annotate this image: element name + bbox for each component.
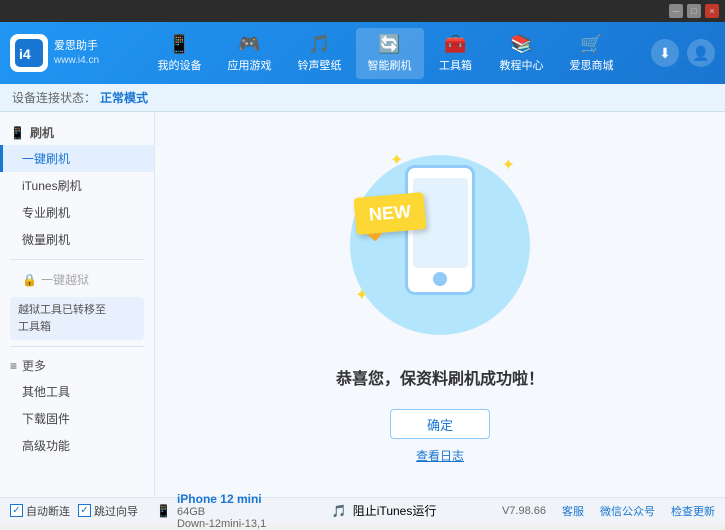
- status-value: 正常模式: [100, 89, 148, 106]
- logo-text: 爱思助手 www.i4.cn: [54, 39, 99, 66]
- flash-section-label: 刷机: [30, 124, 54, 141]
- device-name: iPhone 12 mini: [177, 492, 266, 506]
- flash-section-header: 📱 刷机: [0, 120, 154, 145]
- maximize-button[interactable]: □: [687, 4, 701, 18]
- check-update-link[interactable]: 检查更新: [671, 503, 715, 519]
- content-area: NEW ✦ ✦ ✦ 恭喜您，保资料刷机成功啦！ 确定 查看日志: [155, 112, 725, 497]
- device-info: 📱 iPhone 12 mini 64GB Down-12mini-13,1: [156, 492, 266, 530]
- auto-close-check: ✓: [10, 504, 23, 517]
- title-bar: － □ ×: [0, 0, 725, 22]
- nav-smart-flash[interactable]: 🔄 智能刷机: [356, 28, 424, 79]
- skip-wizard-checkbox[interactable]: ✓ 跳过向导: [78, 503, 138, 519]
- sparkle-icon-2: ✦: [502, 155, 515, 175]
- ringtones-icon: 🎵: [308, 34, 330, 55]
- itunes-icon: 🎵: [332, 504, 347, 518]
- more-icon: ≡: [10, 359, 17, 373]
- phone-home-btn: [433, 272, 447, 286]
- sidebar-item-advanced[interactable]: 高级功能: [0, 432, 154, 459]
- sidebar-item-download-fw[interactable]: 下载固件: [0, 405, 154, 432]
- sidebar-divider-1: [10, 259, 144, 260]
- auto-close-checkbox[interactable]: ✓ 自动断连: [10, 503, 70, 519]
- customer-service-link[interactable]: 客服: [562, 503, 584, 519]
- store-icon: 🛒: [580, 34, 602, 55]
- content-title: 恭喜您，保资料刷机成功啦！: [336, 365, 544, 389]
- status-bar: 设备连接状态： 正常模式: [0, 84, 725, 112]
- more-section-label: 更多: [22, 357, 46, 374]
- sidebar-item-one-click-flash[interactable]: 一键刷机: [0, 145, 154, 172]
- sidebar-item-micro-flash[interactable]: 微量刷机: [0, 226, 154, 253]
- new-badge: NEW: [354, 192, 427, 235]
- phone-device: [405, 165, 475, 295]
- nav-ringtones[interactable]: 🎵 铃声壁纸: [286, 28, 354, 79]
- jailbreak-section-header: 🔒 一键越狱: [0, 266, 154, 293]
- device-model: Down-12mini-13,1: [177, 518, 266, 530]
- flash-section-icon: 📱: [10, 126, 25, 140]
- bottom-itunes-section: 🎵 阻止iTunes运行: [332, 502, 437, 519]
- nav-app-games[interactable]: 🎮 应用游戏: [216, 28, 284, 79]
- nav-items: 📱 我的设备 🎮 应用游戏 🎵 铃声壁纸 🔄 智能刷机 🧰 工具箱 📚 教程中心…: [120, 28, 651, 79]
- status-label: 设备连接状态：: [12, 89, 96, 106]
- jailbreak-note: 越狱工具已转移至工具箱: [10, 297, 144, 340]
- sidebar-item-other-tools[interactable]: 其他工具: [0, 378, 154, 405]
- sidebar: 📱 刷机 一键刷机 iTunes刷机 专业刷机 微量刷机 🔒 一键越狱 越狱工具…: [0, 112, 155, 497]
- version-label: V7.98.66: [502, 505, 546, 517]
- download-button[interactable]: ⬇: [651, 39, 679, 67]
- device-icon: 📱: [156, 504, 171, 518]
- sidebar-item-pro-flash[interactable]: 专业刷机: [0, 199, 154, 226]
- app-games-icon: 🎮: [238, 34, 260, 55]
- toolbox-icon: 🧰: [444, 34, 466, 55]
- svg-text:i4: i4: [19, 46, 31, 62]
- confirm-button[interactable]: 确定: [390, 409, 490, 439]
- close-button[interactable]: ×: [705, 4, 719, 18]
- device-storage: 64GB: [177, 506, 266, 518]
- nav-my-device[interactable]: 📱 我的设备: [146, 28, 214, 79]
- header: i4 爱思助手 www.i4.cn 📱 我的设备 🎮 应用游戏 🎵 铃声壁纸 🔄…: [0, 22, 725, 84]
- nav-tutorials[interactable]: 📚 教程中心: [488, 28, 556, 79]
- logo-icon: i4: [10, 34, 48, 72]
- bottom-right: V7.98.66 客服 微信公众号 检查更新: [502, 503, 715, 519]
- tutorials-icon: 📚: [510, 34, 532, 55]
- nav-store[interactable]: 🛒 爱思商城: [558, 28, 626, 79]
- bottom-left: ✓ 自动断连 ✓ 跳过向导 📱 iPhone 12 mini 64GB Down…: [10, 492, 266, 530]
- skip-wizard-check: ✓: [78, 504, 91, 517]
- itunes-label: 阻止iTunes运行: [353, 502, 437, 519]
- main-layout: 📱 刷机 一键刷机 iTunes刷机 专业刷机 微量刷机 🔒 一键越狱 越狱工具…: [0, 112, 725, 497]
- user-button[interactable]: 👤: [687, 39, 715, 67]
- sparkle-icon-1: ✦: [390, 150, 403, 170]
- header-right: ⬇ 👤: [651, 39, 715, 67]
- logo-area: i4 爱思助手 www.i4.cn: [10, 34, 110, 72]
- nav-toolbox[interactable]: 🧰 工具箱: [426, 28, 486, 79]
- wechat-link[interactable]: 微信公众号: [600, 503, 655, 519]
- sidebar-divider-2: [10, 346, 144, 347]
- content-illustration: NEW ✦ ✦ ✦: [330, 145, 550, 345]
- my-device-icon: 📱: [168, 34, 190, 55]
- sidebar-item-itunes-flash[interactable]: iTunes刷机: [0, 172, 154, 199]
- more-section-header: ≡ 更多: [0, 353, 154, 378]
- smart-flash-icon: 🔄: [378, 34, 400, 55]
- bottom-bar: ✓ 自动断连 ✓ 跳过向导 📱 iPhone 12 mini 64GB Down…: [0, 497, 725, 523]
- history-link[interactable]: 查看日志: [416, 447, 464, 464]
- sparkle-icon-3: ✦: [355, 285, 368, 305]
- lock-icon: 🔒: [22, 273, 37, 287]
- minimize-button[interactable]: －: [669, 4, 683, 18]
